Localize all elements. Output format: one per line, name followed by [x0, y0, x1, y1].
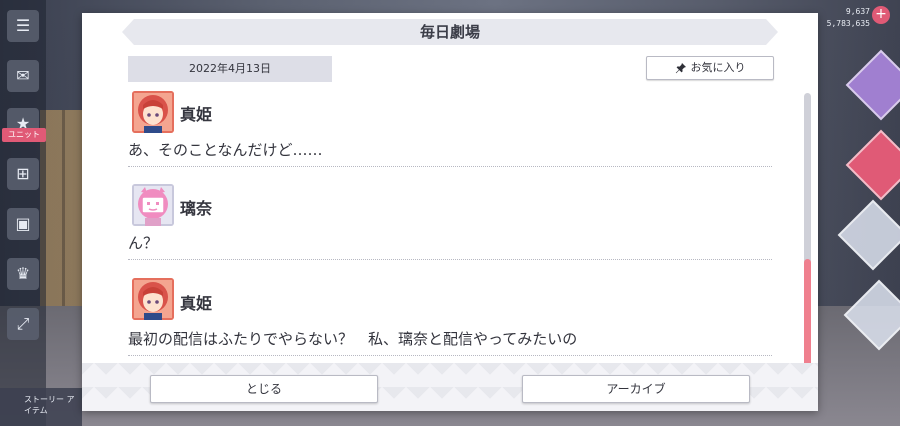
speaker-name: 真姫	[180, 294, 213, 313]
dotted-divider	[128, 355, 772, 356]
menu-diamond-3[interactable]	[837, 199, 900, 271]
chat-icon[interactable]: ✉	[7, 60, 39, 92]
speaker-name: 真姫	[180, 105, 213, 124]
archive-button[interactable]: アーカイブ	[522, 375, 750, 403]
menu-diamond-4[interactable]	[843, 279, 900, 351]
screen-icon[interactable]: ▣	[7, 208, 39, 240]
maki-avatar	[132, 278, 174, 320]
menu-icon[interactable]: ☰	[7, 10, 39, 42]
right-menu-deco	[818, 0, 900, 426]
dialog-title: 毎日劇場	[419, 23, 480, 41]
stat-1: 9,637	[845, 7, 870, 16]
title-bar: 毎日劇場	[122, 19, 778, 45]
speaker-name: 璃奈	[180, 199, 213, 218]
story-item-button[interactable]: ストーリー アイテム	[0, 388, 82, 426]
currency-stats: 9,637 5,783,635	[827, 6, 870, 30]
daily-theater-dialog: 毎日劇場 2022年4月13日 お気に入り 真姫 あ、そのことなんだけど…… 璃…	[82, 13, 818, 411]
date-label: 2022年4月13日	[128, 56, 332, 82]
add-currency-button[interactable]: +	[872, 6, 890, 24]
dotted-divider	[128, 259, 772, 260]
favorite-label: お気に入り	[690, 61, 746, 74]
pin-icon	[675, 62, 687, 74]
menu-diamond-1[interactable]	[845, 49, 900, 121]
maki-avatar	[132, 91, 174, 133]
gift-icon[interactable]: ⊞	[7, 158, 39, 190]
left-menu-rail: ☰ ✉ ★ ユニット ⊞ ▣ ♛ ⤢	[0, 0, 46, 426]
dialogue-line: 最初の配信はふたりでやらない？ 私、璃奈と配信やってみたいの	[128, 330, 578, 348]
favorite-button[interactable]: お気に入り	[646, 56, 774, 80]
stat-2: 5,783,635	[826, 19, 870, 28]
dialog-footer: とじる アーカイブ	[82, 363, 818, 411]
fullscreen-icon[interactable]: ⤢	[7, 308, 39, 340]
dialogue-line: ん？	[128, 234, 159, 252]
scrollbar[interactable]	[804, 93, 811, 367]
close-button[interactable]: とじる	[150, 375, 378, 403]
dotted-divider	[128, 166, 772, 167]
conversation-list[interactable]: 真姫 あ、そのことなんだけど…… 璃奈 ん？ 真姫 最初の配信はふたりでやらない…	[128, 89, 772, 361]
rina-avatar	[132, 184, 174, 226]
dialogue-line: あ、そのことなんだけど……	[128, 141, 323, 159]
scrollbar-thumb[interactable]	[804, 259, 811, 367]
menu-diamond-2[interactable]	[845, 129, 900, 201]
unit-badge: ユニット	[2, 128, 46, 142]
trophy-icon[interactable]: ♛	[7, 258, 39, 290]
